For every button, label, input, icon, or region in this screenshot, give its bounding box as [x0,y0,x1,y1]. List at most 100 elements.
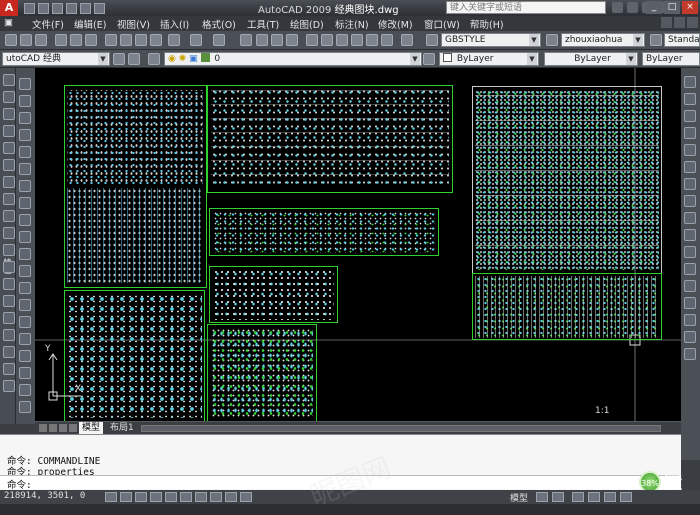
rotate-icon[interactable] [684,178,696,190]
mtext-icon[interactable] [19,384,31,396]
workspace-settings-icon[interactable] [113,53,125,65]
help-icon[interactable] [401,34,413,46]
menu-insert[interactable]: 插入(I) [160,17,189,31]
zoom-previous-icon[interactable] [286,34,298,46]
gradient-icon[interactable] [19,333,31,345]
break-at-point-icon[interactable] [684,263,696,275]
copy-icon[interactable] [684,93,696,105]
chevron-down-icon[interactable]: ▼ [626,53,636,65]
dim-radius-icon[interactable] [3,142,15,154]
horizontal-scrollbar[interactable] [141,425,661,432]
block-editor-icon[interactable] [168,34,180,46]
chevron-down-icon[interactable]: ▼ [529,34,539,46]
tolerance-icon[interactable] [3,278,15,290]
dim-style-select[interactable]: zhouxiaohua ▼ [561,33,645,47]
menu-window[interactable]: 窗口(W) [424,17,460,31]
explode-icon[interactable] [684,348,696,360]
menu-help[interactable]: 帮助(H) [470,17,504,31]
polyline-icon[interactable] [19,112,31,124]
drawing-area[interactable]: Y X 1:1 [35,68,681,422]
mirror-icon[interactable] [684,110,696,122]
center-mark-icon[interactable] [3,295,15,307]
new-file-icon[interactable] [24,2,35,14]
dim-baseline-icon[interactable] [3,227,15,239]
steeringwheel-icon[interactable] [604,492,616,502]
doc-close-button[interactable] [687,17,698,28]
chamfer-icon[interactable] [684,314,696,326]
pan-icon[interactable] [240,34,252,46]
qnew-icon[interactable] [5,34,17,46]
scale-icon[interactable] [684,195,696,207]
workspace-select[interactable]: utoCAD 经典 ▼ [2,52,110,66]
showmotion-icon[interactable] [620,492,632,502]
app-small-icon[interactable]: ▣ [4,17,13,28]
cut-icon[interactable] [105,34,117,46]
redo-icon[interactable] [94,2,105,14]
erase-icon[interactable] [684,76,696,88]
ellipse-icon[interactable] [19,231,31,243]
array-icon[interactable] [684,144,696,156]
insert-block-icon[interactable] [19,265,31,277]
circle-icon[interactable] [19,180,31,192]
paste-icon[interactable] [135,34,147,46]
make-block-icon[interactable] [19,282,31,294]
spline-icon[interactable] [19,214,31,226]
quick-properties-toggle-icon[interactable] [240,492,252,502]
open-file-icon[interactable] [38,2,49,14]
dim-update-icon[interactable] [3,380,15,392]
plot-icon[interactable] [66,2,77,14]
rectangle-icon[interactable] [19,146,31,158]
dim-arc-icon[interactable] [3,108,15,120]
zoom-window-icon[interactable] [271,34,283,46]
layer-manager-icon[interactable] [148,53,160,65]
dim-continue-icon[interactable] [3,244,15,256]
chevron-down-icon[interactable]: ▼ [527,53,537,65]
dim-text-edit-icon[interactable] [3,363,15,375]
pan-icon[interactable] [572,492,584,502]
lineweight-select[interactable]: ByLayer [642,52,700,66]
table-icon[interactable] [19,367,31,379]
inspection-icon[interactable] [3,312,15,324]
offset-icon[interactable] [684,127,696,139]
application-menu-button[interactable]: A [0,0,18,16]
dim-jogged-icon[interactable] [3,159,15,171]
undo-icon[interactable] [80,2,91,14]
line-icon[interactable] [19,78,31,90]
design-center-icon[interactable] [321,34,333,46]
construction-line-icon[interactable] [19,95,31,107]
revision-cloud-icon[interactable] [19,197,31,209]
break-icon[interactable] [684,280,696,292]
snap-toggle-icon[interactable] [105,492,117,502]
otrack-toggle-icon[interactable] [180,492,192,502]
stretch-icon[interactable] [684,212,696,224]
infocenter-search-input[interactable]: 键入关键字或短语 [446,1,606,14]
polygon-icon[interactable] [19,129,31,141]
region-icon[interactable] [19,350,31,362]
first-tab-icon[interactable] [39,424,47,432]
zoom-realtime-icon[interactable] [256,34,268,46]
close-button[interactable]: × [682,1,698,14]
dim-linear-icon[interactable] [3,74,15,86]
polar-toggle-icon[interactable] [150,492,162,502]
dim-aligned-icon[interactable] [3,91,15,103]
open-icon[interactable] [20,34,32,46]
doc-restore-button[interactable] [674,17,685,28]
text-style-select[interactable]: GBSTYLE ▼ [441,33,541,47]
menu-file[interactable]: 文件(F) [32,17,64,31]
add-selected-icon[interactable] [19,401,31,413]
publish-icon[interactable] [85,34,97,46]
menu-tools[interactable]: 工具(T) [247,17,279,31]
plot-preview-icon[interactable] [70,34,82,46]
menu-view[interactable]: 视图(V) [117,17,150,31]
lineweight-toggle-icon[interactable] [225,492,237,502]
communication-center-icon[interactable] [627,2,638,13]
doc-minimize-button[interactable] [661,17,672,28]
menu-draw[interactable]: 绘图(D) [290,17,324,31]
model-space-label[interactable]: 模型 [510,491,528,504]
fillet-icon[interactable] [684,331,696,343]
trim-icon[interactable] [684,229,696,241]
save-icon[interactable] [35,34,47,46]
ducs-toggle-icon[interactable] [195,492,207,502]
grid-toggle-icon[interactable] [120,492,132,502]
undo-icon[interactable] [190,34,202,46]
